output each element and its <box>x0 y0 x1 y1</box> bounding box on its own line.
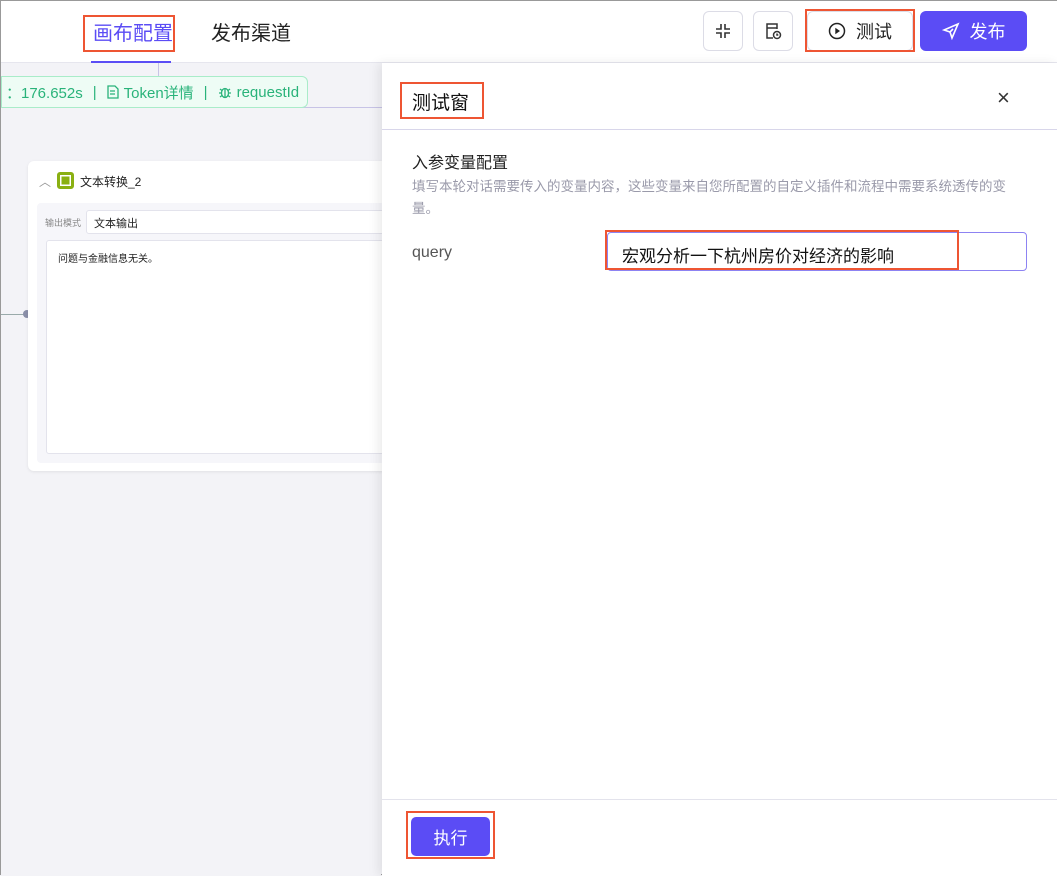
document-icon <box>106 85 119 99</box>
divider <box>382 799 1057 800</box>
output-mode-select[interactable]: 文本输出 <box>86 210 396 234</box>
top-bar: 画布配置 发布渠道 测试 发布 <box>1 1 1057 64</box>
send-icon <box>941 22 960 40</box>
tab-publish-channel[interactable]: 发布渠道 <box>211 17 291 46</box>
highlight-box <box>400 82 484 119</box>
close-icon[interactable]: × <box>997 85 1010 111</box>
publish-button[interactable]: 发布 <box>920 11 1027 51</box>
node-title: 文本转换_2 <box>80 175 142 189</box>
variable-name: query <box>412 244 453 261</box>
history-icon <box>766 23 782 40</box>
bug-icon <box>218 87 231 99</box>
publish-button-label: 发布 <box>969 22 1006 42</box>
divider <box>382 129 1057 130</box>
highlight-box <box>83 15 175 52</box>
collapse-chevron-icon[interactable]: ︿ <box>39 173 51 190</box>
token-detail-link[interactable]: Token详情 <box>106 82 194 103</box>
node-body: 输出模式 文本输出 问题与金融信息无关。 <box>37 203 396 463</box>
node-output-content[interactable]: 问题与金融信息无关。 <box>46 240 396 454</box>
workflow-canvas[interactable]: ：176.652s | Token详情 | requestId ︿ 文本转换_2 输… <box>1 63 396 876</box>
highlight-box <box>805 9 915 52</box>
section-description: 填写本轮对话需要传入的变量内容，这些变量来自您所配置的自定义插件和流程中需要系统… <box>412 179 1006 216</box>
collapse-icon <box>716 24 730 38</box>
collapse-button[interactable] <box>703 11 743 51</box>
request-id-label: requestId <box>236 83 300 101</box>
run-duration: ：176.652s <box>6 84 83 102</box>
text-convert-node[interactable]: ︿ 文本转换_2 输出模式 文本输出 问题与金融信息无关。 <box>28 161 396 471</box>
token-detail-label: Token详情 <box>123 84 194 102</box>
output-mode-label: 输出模式 <box>45 218 82 228</box>
text-convert-icon <box>57 172 74 189</box>
request-id-link[interactable]: requestId <box>218 83 300 101</box>
section-title: 入参变量配置 <box>412 155 509 172</box>
run-info-bar: ：176.652s | Token详情 | requestId <box>1 76 308 108</box>
test-panel: 测试窗 × 入参变量配置 填写本轮对话需要传入的变量内容，这些变量来自您所配置的… <box>382 63 1057 876</box>
history-button[interactable] <box>753 11 793 51</box>
highlight-box <box>605 230 959 270</box>
highlight-box <box>406 811 495 859</box>
